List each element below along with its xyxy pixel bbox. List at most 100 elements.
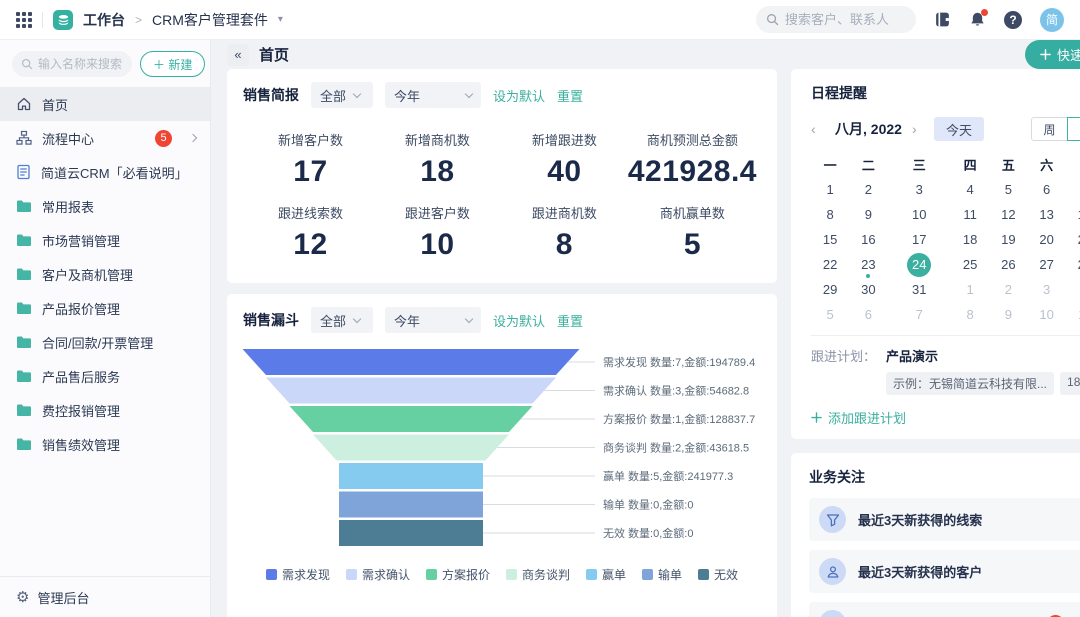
calendar-day-6[interactable]: 6 [1027, 177, 1065, 202]
collapse-sidebar-icon[interactable]: « [227, 43, 249, 66]
sidebar-item-常用报表[interactable]: 常用报表 [0, 189, 210, 223]
calendar-day-21[interactable]: 21 [1066, 227, 1080, 252]
calendar-day-24[interactable]: 24 [888, 252, 951, 277]
calendar-day-10[interactable]: 10 [1027, 302, 1065, 327]
legend-item-商务谈判[interactable]: 商务谈判 [505, 566, 570, 583]
sidebar-item-合同/回款/开票管理[interactable]: 合同/回款/开票管理 [0, 325, 210, 359]
calendar-day-2[interactable]: 2 [989, 277, 1027, 302]
calendar-day-18[interactable]: 18 [951, 227, 989, 252]
calendar-day-19[interactable]: 19 [989, 227, 1027, 252]
calendar-day-7[interactable]: 7 [888, 302, 951, 327]
legend-item-需求确认[interactable]: 需求确认 [345, 566, 410, 583]
focus-item-正在跟进的商机[interactable]: 正在跟进的商机9 [809, 602, 1080, 617]
sidebar-item-费控报销管理[interactable]: 费控报销管理 [0, 393, 210, 427]
calendar-day-22[interactable]: 22 [811, 252, 849, 277]
sidebar-item-首页[interactable]: 首页 [0, 87, 210, 121]
calendar-day-1[interactable]: 1 [811, 177, 849, 202]
set-default-link[interactable]: 设为默认 [493, 86, 545, 105]
calendar-day-5[interactable]: 5 [989, 177, 1027, 202]
legend-item-需求发现[interactable]: 需求发现 [265, 566, 330, 583]
sidebar-item-市场营销管理[interactable]: 市场营销管理 [0, 223, 210, 257]
calendar-day-26[interactable]: 26 [989, 252, 1027, 277]
calendar-day-31[interactable]: 31 [888, 277, 951, 302]
calendar-day-28[interactable]: 28 [1066, 252, 1080, 277]
app-logo-icon[interactable] [53, 9, 73, 30]
admin-console-link[interactable]: ⚙ 管理后台 [0, 576, 210, 617]
calendar-next-icon[interactable]: › [912, 121, 926, 137]
calendar-day-8[interactable]: 8 [811, 202, 849, 227]
sidebar-item-流程中心[interactable]: 流程中心 5 [0, 121, 210, 155]
sidebar-item-产品报价管理[interactable]: 产品报价管理 [0, 291, 210, 325]
calendar-day-9[interactable]: 9 [849, 202, 887, 227]
help-icon[interactable]: ? [1004, 10, 1022, 29]
calendar-day-7[interactable]: 7 [1066, 177, 1080, 202]
focus-item-最近3天新获得的客户[interactable]: 最近3天新获得的客户 [809, 550, 1080, 593]
stat-label: 跟进线索数 [277, 206, 343, 221]
calendar-day-11[interactable]: 11 [951, 202, 989, 227]
month-toggle-button[interactable]: 月 [1067, 117, 1080, 141]
sales-brief-scope-select[interactable]: 全部 [311, 82, 373, 108]
calendar-day-2[interactable]: 2 [849, 177, 887, 202]
funnel-period-select[interactable]: 今年 [385, 307, 481, 333]
calendar-day-25[interactable]: 25 [951, 252, 989, 277]
legend-item-方案报价[interactable]: 方案报价 [425, 566, 490, 583]
notifications-bell-icon[interactable] [969, 9, 988, 28]
quick-add-button[interactable]: 快速添加 [1025, 40, 1080, 69]
focus-item-最近3天新获得的线索[interactable]: 最近3天新获得的线索 [809, 498, 1080, 541]
sidebar-search-input[interactable] [38, 57, 123, 71]
legend-item-无效[interactable]: 无效 [698, 566, 738, 583]
calendar-day-14[interactable]: 14 [1066, 202, 1080, 227]
calendar-day-30[interactable]: 30 [849, 277, 887, 302]
legend-item-赢单[interactable]: 赢单 [586, 566, 626, 583]
global-search-input[interactable] [785, 12, 895, 27]
calendar-day-6[interactable]: 6 [849, 302, 887, 327]
calendar-day-15[interactable]: 15 [811, 227, 849, 252]
funnel-scope-select[interactable]: 全部 [311, 307, 373, 333]
calendar-day-11[interactable]: 11 [1066, 302, 1080, 327]
global-search[interactable] [756, 6, 916, 33]
calendar-day-17[interactable]: 17 [888, 227, 951, 252]
legend-label: 商务谈判 [521, 568, 570, 582]
today-button[interactable]: 今天 [933, 117, 984, 141]
calendar-day-9[interactable]: 9 [989, 302, 1027, 327]
calendar-day-4[interactable]: 4 [1066, 277, 1080, 302]
calendar-day-1[interactable]: 1 [951, 277, 989, 302]
calendar-day-29[interactable]: 29 [811, 277, 849, 302]
calendar-day-5[interactable]: 5 [811, 302, 849, 327]
calendar-day-3[interactable]: 3 [1027, 277, 1065, 302]
sales-brief-period-select[interactable]: 今年 [385, 82, 481, 108]
follow-up-plan-item[interactable]: 产品演示 示例：无锡简道云科技有限... 18:00 [886, 346, 1080, 395]
calendar-day-10[interactable]: 10 [888, 202, 951, 227]
add-follow-up-plan-link[interactable]: 添加跟进计划 [811, 408, 1080, 427]
address-book-icon[interactable] [934, 11, 951, 28]
schedule-card: 日程提醒 ‹ 八月, 2022 › 今天 周 月 一二三四五六日 1234567… [791, 69, 1080, 439]
calendar-day-8[interactable]: 8 [951, 302, 989, 327]
chevron-right-icon[interactable] [188, 133, 198, 143]
legend-item-输单[interactable]: 输单 [642, 566, 682, 583]
calendar-day-3[interactable]: 3 [888, 177, 951, 202]
calendar-prev-icon[interactable]: ‹ [811, 121, 825, 137]
breadcrumb-current[interactable]: CRM客户管理套件 [152, 10, 268, 30]
calendar-day-12[interactable]: 12 [989, 202, 1027, 227]
calendar-day-13[interactable]: 13 [1027, 202, 1065, 227]
avatar[interactable]: 简 [1040, 7, 1064, 32]
sidebar-item-产品售后服务[interactable]: 产品售后服务 [0, 359, 210, 393]
calendar-day-27[interactable]: 27 [1027, 252, 1065, 277]
new-button[interactable]: ＋ 新建 [140, 51, 206, 77]
apps-grid-icon[interactable] [16, 11, 32, 28]
week-toggle-button[interactable]: 周 [1031, 117, 1069, 141]
calendar-day-16[interactable]: 16 [849, 227, 887, 252]
reset-link[interactable]: 重置 [557, 86, 583, 105]
breadcrumb-caret-icon[interactable]: ▾ [278, 14, 283, 25]
sidebar-item-销售绩效管理[interactable]: 销售绩效管理 [0, 427, 210, 461]
calendar-day-20[interactable]: 20 [1027, 227, 1065, 252]
workspace-link[interactable]: 工作台 [83, 10, 125, 30]
sidebar-item-简道云CRM「必看说明」[interactable]: 简道云CRM「必看说明」 [0, 155, 210, 189]
reset-link[interactable]: 重置 [557, 311, 583, 330]
legend-swatch [698, 569, 710, 580]
set-default-link[interactable]: 设为默认 [493, 311, 545, 330]
sidebar-item-客户及商机管理[interactable]: 客户及商机管理 [0, 257, 210, 291]
calendar-day-4[interactable]: 4 [951, 177, 989, 202]
sidebar-search[interactable] [12, 51, 132, 77]
calendar-day-23[interactable]: 23 [849, 252, 887, 278]
